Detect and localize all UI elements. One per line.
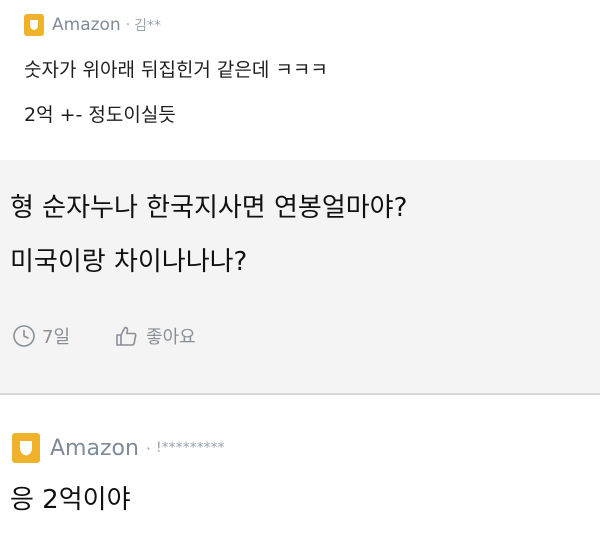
comment-card: Amazon · !********* 응 2억이야: [0, 395, 600, 540]
like-label: 좋아요: [146, 327, 196, 348]
reply-company-link[interactable]: Amazon: [52, 15, 121, 35]
reply-meta: Amazon · 김**: [24, 12, 161, 38]
reply-text-line: 2억 +- 정도이실듯: [24, 104, 176, 126]
clock-icon: [13, 325, 35, 347]
company-badge-icon: [12, 433, 40, 463]
post-text-line: 형 순자누나 한국지사면 연봉얼마야?: [10, 193, 408, 223]
post-actions: 7일 좋아요: [12, 320, 196, 352]
reply-author: 김**: [134, 18, 162, 34]
comment-company-link[interactable]: Amazon: [50, 436, 139, 461]
comment-text: 응 2억이야: [10, 485, 131, 515]
reply-meta-separator: ·: [125, 17, 131, 33]
post-text-line: 미국이랑 차이나나나?: [10, 247, 248, 277]
comment-meta-separator: ·: [145, 438, 152, 458]
like-button[interactable]: 좋아요: [114, 323, 196, 349]
post-time: 7일: [12, 323, 70, 349]
reply-card: Amazon · 김** 숫자가 위아래 뒤집힌거 같은데 ㅋㅋㅋ 2억 +- …: [0, 0, 600, 160]
app-screen: Amazon · 김** 숫자가 위아래 뒤집힌거 같은데 ㅋㅋㅋ 2억 +- …: [0, 0, 600, 540]
comment-author: !*********: [156, 440, 225, 456]
reply-text-line: 숫자가 위아래 뒤집힌거 같은데 ㅋㅋㅋ: [24, 59, 328, 81]
company-badge-icon: [24, 14, 44, 36]
thumbs-up-icon: [116, 326, 137, 346]
comment-meta: Amazon · !*********: [12, 431, 225, 465]
post-time-label: 7일: [42, 327, 71, 348]
